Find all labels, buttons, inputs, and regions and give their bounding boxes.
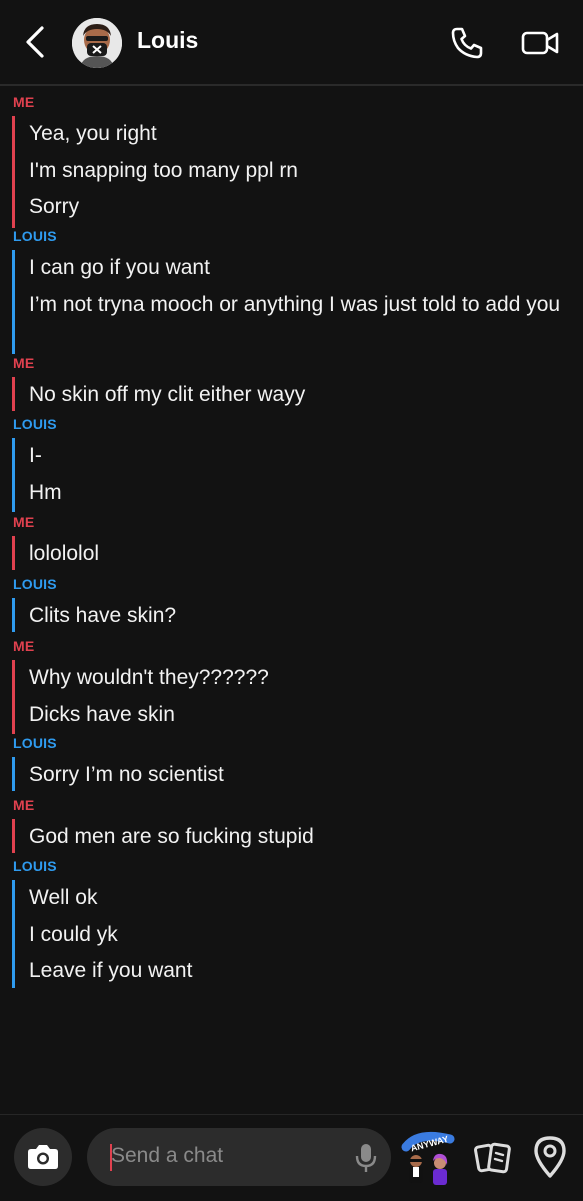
camera-button[interactable] [14,1128,72,1186]
chat-title[interactable]: Louis [137,27,198,54]
sender-label: LOUIS [13,858,57,874]
chat-input-placeholder: Send a chat [111,1144,224,1167]
sender-label: LOUIS [13,735,57,751]
message-text[interactable]: Why wouldn't they?????? [29,662,569,693]
sender-bar [12,438,15,512]
message-text[interactable]: Clits have skin? [29,600,569,631]
sender-bar [12,250,15,354]
message-text[interactable]: I'm snapping too many ppl rn [29,155,569,186]
message-text[interactable]: No skin off my clit either wayy [29,379,569,410]
chat-header: Louis [0,0,583,86]
message-text[interactable]: Dicks have skin [29,699,569,730]
sender-bar [12,377,15,411]
video-camera-icon[interactable] [520,24,560,62]
cards-icon[interactable] [472,1137,514,1179]
bitmoji-avatar-icon [72,18,122,68]
message-text[interactable]: Sorry I’m no scientist [29,759,569,790]
sender-bar [12,598,15,632]
composer-bar: Send a chat ANYWAY [0,1114,583,1201]
sender-bar [12,536,15,570]
location-pin-icon[interactable] [530,1133,570,1179]
message-text[interactable]: Leave if you want [29,955,569,986]
avatar[interactable] [72,18,122,68]
message-text[interactable]: Sorry [29,191,569,222]
sender-bar [12,880,15,988]
sender-label: ME [13,638,35,654]
back-arrow-icon[interactable] [18,24,54,60]
bitmoji-icon[interactable]: ANYWAY [400,1125,458,1191]
message-text[interactable]: I could yk [29,919,569,950]
message-text[interactable]: lolololol [29,538,569,569]
sender-bar [12,819,15,853]
sender-label: LOUIS [13,576,57,592]
sender-bar [12,116,15,228]
camera-icon [28,1145,58,1169]
message-text[interactable]: Yea, you right [29,118,569,149]
message-text[interactable]: I- [29,440,569,471]
sender-label: ME [13,94,35,110]
message-text[interactable]: I’m not tryna mooch or anything I was ju… [29,289,569,320]
microphone-icon[interactable] [353,1142,379,1174]
phone-icon[interactable] [448,24,486,62]
message-text[interactable]: God men are so fucking stupid [29,821,569,852]
sender-label: ME [13,797,35,813]
sender-bar [12,660,15,734]
sender-label: ME [13,355,35,371]
sender-label: LOUIS [13,416,57,432]
chat-input[interactable]: Send a chat [87,1128,391,1186]
sender-bar [12,757,15,791]
message-list[interactable]: ME Yea, you right I'm snapping too many … [0,88,583,1113]
sender-label: LOUIS [13,228,57,244]
message-text[interactable]: Well ok [29,882,569,913]
message-text[interactable]: Hm [29,477,569,508]
message-text[interactable]: I can go if you want [29,252,569,283]
sender-label: ME [13,514,35,530]
